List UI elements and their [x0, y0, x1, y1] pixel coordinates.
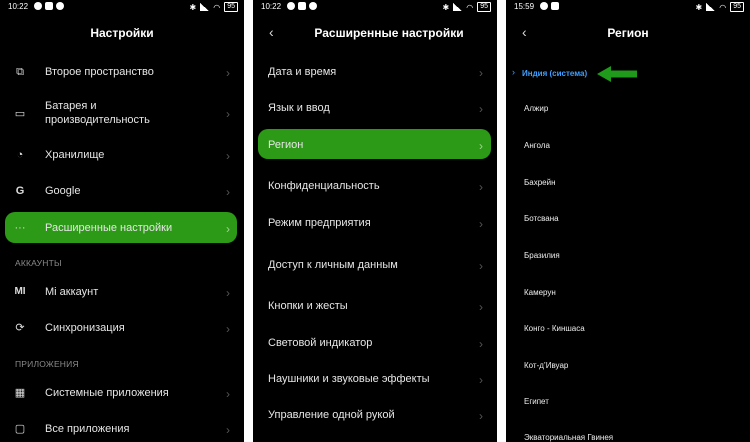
- status-time: 10:22: [8, 2, 29, 11]
- signal-icon: [200, 3, 210, 11]
- section-header-accounts: АККАУНТЫ: [15, 258, 62, 268]
- chevron-right-icon: ›: [226, 107, 230, 121]
- menu-item-label: Все приложения: [45, 423, 130, 435]
- chevron-right-icon: ›: [479, 373, 483, 387]
- chevron-right-icon: ›: [479, 139, 483, 153]
- region-item[interactable]: Бахрейн: [524, 178, 555, 187]
- menu-item-label: Конфиденциальность: [268, 180, 380, 192]
- chevron-right-icon: ›: [479, 217, 483, 231]
- status-bar: 15:59 ✱ ◠ 95: [506, 0, 750, 14]
- status-bar: 10:22 ✱ ◠ 95: [0, 0, 244, 14]
- chevron-right-icon: ›: [479, 300, 483, 314]
- battery-indicator: 95: [730, 2, 744, 12]
- region-item-selected[interactable]: Индия (система): [522, 69, 587, 78]
- page-title: Регион: [607, 26, 649, 40]
- google-icon: G: [15, 185, 25, 197]
- storage-icon: ◔: [16, 149, 24, 161]
- chevron-right-icon: ›: [226, 66, 230, 80]
- chevron-right-icon: ›: [479, 102, 483, 116]
- menu-item-label: Регион: [268, 139, 304, 151]
- apps-grid-icon: ▦: [14, 387, 26, 399]
- chevron-right-icon: ›: [226, 387, 230, 401]
- menu-item-label: Хранилище: [45, 149, 105, 161]
- apps-icon: ▢: [14, 423, 26, 435]
- menu-item-label: Google: [45, 185, 81, 197]
- region-item[interactable]: Египет: [524, 397, 549, 406]
- chevron-right-icon: ›: [226, 222, 230, 236]
- region-item[interactable]: Кот-д’Ивуар: [524, 361, 568, 370]
- region-item[interactable]: Ангола: [524, 141, 550, 150]
- notification-icon: [287, 2, 295, 10]
- settings-notification-icon: [309, 2, 317, 10]
- region-item[interactable]: Ботсвана: [524, 214, 559, 223]
- menu-item-label: Батарея и: [45, 100, 97, 112]
- page-title: Расширенные настройки: [314, 26, 464, 40]
- section-header-apps: ПРИЛОЖЕНИЯ: [15, 359, 79, 369]
- menu-item-label: Управление одной рукой: [268, 409, 395, 421]
- chevron-right-icon: ›: [226, 286, 230, 300]
- selected-chevron-icon: ›: [512, 67, 515, 77]
- region-item[interactable]: Алжир: [524, 104, 548, 113]
- chevron-right-icon: ›: [226, 149, 230, 163]
- chevron-right-icon: ›: [479, 259, 483, 273]
- chevron-right-icon: ›: [226, 423, 230, 437]
- chevron-right-icon: ›: [226, 322, 230, 336]
- sync-icon: ⟳: [15, 322, 25, 334]
- menu-item-label: Наушники и звуковые эффекты: [268, 373, 430, 385]
- menu-item-label: Режим предприятия: [268, 217, 371, 229]
- second-space-icon: ⧉: [16, 66, 24, 78]
- menu-item-label: Системные приложения: [45, 387, 169, 399]
- region-item[interactable]: Конго - Киншаса: [524, 324, 585, 333]
- menu-item-label: производительность: [45, 114, 150, 126]
- bluetooth-icon: ✱: [695, 2, 703, 12]
- menu-item-label: Кнопки и жесты: [268, 300, 348, 312]
- region-item[interactable]: Экваториальная Гвинея: [524, 433, 613, 442]
- chevron-right-icon: ›: [479, 66, 483, 80]
- advanced-settings-screen: 10:22 ✱ ◠ 95 ‹ Расширенные настройки Дат…: [253, 0, 497, 442]
- menu-item-label: Доступ к личным данным: [268, 259, 398, 271]
- notification-icon: [34, 2, 42, 10]
- bluetooth-icon: ✱: [442, 2, 450, 12]
- wifi-icon: ◠: [719, 2, 727, 12]
- mi-icon: MI: [14, 286, 26, 297]
- battery-indicator: 95: [477, 2, 491, 12]
- region-item[interactable]: Бразилия: [524, 251, 560, 260]
- chevron-right-icon: ›: [226, 185, 230, 199]
- menu-item-label: Синхронизация: [45, 322, 125, 334]
- youtube-icon: [551, 2, 559, 10]
- status-time: 10:22: [261, 2, 282, 11]
- chevron-right-icon: ›: [479, 180, 483, 194]
- menu-item-label: Mi аккаунт: [45, 286, 99, 298]
- menu-item-label: Дата и время: [268, 66, 337, 78]
- battery-indicator: 95: [224, 2, 238, 12]
- battery-icon: ▭: [14, 108, 26, 120]
- chevron-right-icon: ›: [479, 337, 483, 351]
- annotation-arrow-icon: [597, 66, 637, 82]
- wifi-icon: ◠: [213, 2, 221, 12]
- signal-icon: [453, 3, 463, 11]
- settings-notification-icon: [56, 2, 64, 10]
- bluetooth-icon: ✱: [189, 2, 197, 12]
- menu-item-label: Второе пространство: [45, 66, 154, 78]
- youtube-icon: [298, 2, 306, 10]
- status-bar: 10:22 ✱ ◠ 95: [253, 0, 497, 14]
- youtube-icon: [45, 2, 53, 10]
- menu-item-label: Язык и ввод: [268, 102, 330, 114]
- chevron-right-icon: ›: [479, 409, 483, 423]
- settings-screen: 10:22 ✱ ◠ 95 Настройки ⧉ Второе простран…: [0, 0, 244, 442]
- menu-item-label: Световой индикатор: [268, 337, 373, 349]
- status-time: 15:59: [514, 2, 535, 11]
- signal-icon: [706, 3, 716, 11]
- wifi-icon: ◠: [466, 2, 474, 12]
- region-item[interactable]: Камерун: [524, 288, 556, 297]
- menu-item-label: Расширенные настройки: [45, 222, 173, 234]
- more-icon: ···: [14, 222, 26, 234]
- page-title: Настройки: [90, 26, 154, 40]
- notification-icon: [540, 2, 548, 10]
